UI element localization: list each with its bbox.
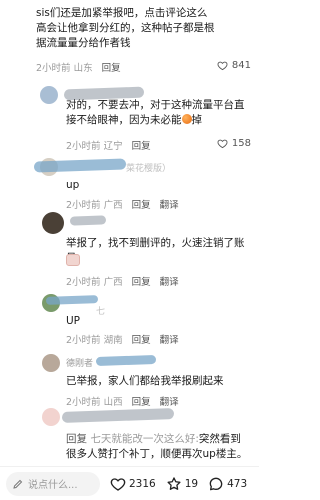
redacted-username	[45, 295, 99, 305]
reply-target: 七天就能改一次这么好:	[90, 433, 199, 445]
comment-meta: 2小时前 山西 回复 翻译	[66, 394, 179, 408]
comment-count: 473	[227, 477, 248, 490]
like-count: 158	[231, 138, 251, 149]
comment-meta: 2小时前 广西 回复 翻译	[66, 274, 179, 288]
like-count: 2316	[129, 477, 156, 490]
comment-meta: 2小时前 辽宁 回复	[66, 138, 151, 152]
avatar[interactable]	[42, 212, 64, 234]
avatar[interactable]	[42, 408, 60, 426]
avatar[interactable]	[40, 86, 58, 104]
username: 菜花樱版）	[126, 164, 172, 174]
star-icon	[167, 476, 181, 490]
comment-location: 山东	[73, 63, 93, 74]
avatar[interactable]	[42, 354, 60, 372]
reply-button[interactable]: 回复	[132, 277, 151, 288]
like-button[interactable]: 158	[217, 138, 251, 149]
heart-icon	[110, 477, 126, 491]
comment-input[interactable]: 说点什么...	[6, 471, 100, 496]
comment-location: 山西	[103, 397, 123, 408]
comment-location: 湖南	[103, 335, 123, 346]
comment-time: 2小时前	[66, 200, 101, 211]
comment-meta: 2小时前 广西 回复 翻译	[66, 197, 179, 211]
comment-text-part: 对的，不要去冲，对于这种流量平台直接不给眼神，因为未必能	[66, 99, 245, 126]
comment-meta: 2小时前 湖南 回复 翻译	[66, 332, 179, 346]
comment-text: 已举报，家人们都给我举报刷起来	[66, 375, 224, 387]
orange-emoji-icon	[181, 114, 192, 124]
bottom-action-bar: 说点什么... 2316 19 473	[0, 466, 259, 500]
comment-text: UP	[66, 315, 81, 327]
comment-text-part: 掉	[191, 114, 203, 126]
comment-bubble-icon	[209, 477, 223, 490]
sticker-icon	[66, 254, 80, 266]
redacted-username	[69, 215, 107, 226]
like-count: 841	[231, 60, 251, 71]
comments-button[interactable]: 473	[208, 476, 247, 492]
redacted-username	[95, 354, 157, 367]
comment-location: 广西	[103, 277, 123, 288]
comment-location: 广西	[103, 200, 123, 211]
redacted-username	[33, 158, 127, 173]
reply-button[interactable]: 回复	[66, 433, 87, 445]
redacted-username	[61, 408, 175, 423]
comment-feed: sis们还是加紧举报吧，点击评论这么高会让他拿到分红的，这种帖子都是根据流量量分…	[0, 0, 259, 466]
comment-time: 2小时前	[66, 277, 101, 288]
comment-time: 2小时前	[66, 141, 101, 152]
reply-button[interactable]: 回复	[102, 63, 121, 74]
translate-button[interactable]: 翻译	[160, 200, 179, 211]
translate-button[interactable]: 翻译	[160, 335, 179, 346]
comment-time: 2小时前	[66, 397, 101, 408]
comment-text: 回复 七天就能改一次这么好:突然看到很多人赞打个补丁，顺便再次up楼主。	[66, 432, 251, 462]
comment-input-placeholder: 说点什么...	[28, 480, 78, 491]
reply-button[interactable]: 回复	[132, 200, 151, 211]
comment-text: 举报了，找不到删评的，火速注销了账号	[66, 237, 245, 264]
comment-meta: 2小时前 山东 回复	[36, 60, 121, 74]
username: 德刚者	[66, 359, 94, 369]
comment-text: 对的，不要去冲，对于这种流量平台直接不给眼神，因为未必能掉	[66, 98, 251, 128]
pencil-icon	[13, 479, 23, 489]
comment-location: 辽宁	[103, 141, 123, 152]
translate-button[interactable]: 翻译	[160, 277, 179, 288]
heart-icon	[217, 139, 228, 149]
comment-text: sis们还是加紧举报吧，点击评论这么高会让他拿到分红的，这种帖子都是根据流量量分…	[36, 7, 215, 49]
reply-button[interactable]: 回复	[132, 141, 151, 152]
favorite-button[interactable]: 19	[166, 476, 198, 492]
comment-text: up	[66, 179, 80, 191]
comment-time: 2小时前	[36, 63, 71, 74]
reply-button[interactable]: 回复	[132, 397, 151, 408]
like-button[interactable]: 841	[217, 60, 251, 71]
like-post-button[interactable]: 2316	[110, 476, 156, 492]
reply-button[interactable]: 回复	[132, 335, 151, 346]
favorite-count: 19	[184, 477, 199, 490]
comment-time: 2小时前	[66, 335, 101, 346]
heart-icon	[217, 61, 228, 71]
translate-button[interactable]: 翻译	[160, 397, 179, 408]
